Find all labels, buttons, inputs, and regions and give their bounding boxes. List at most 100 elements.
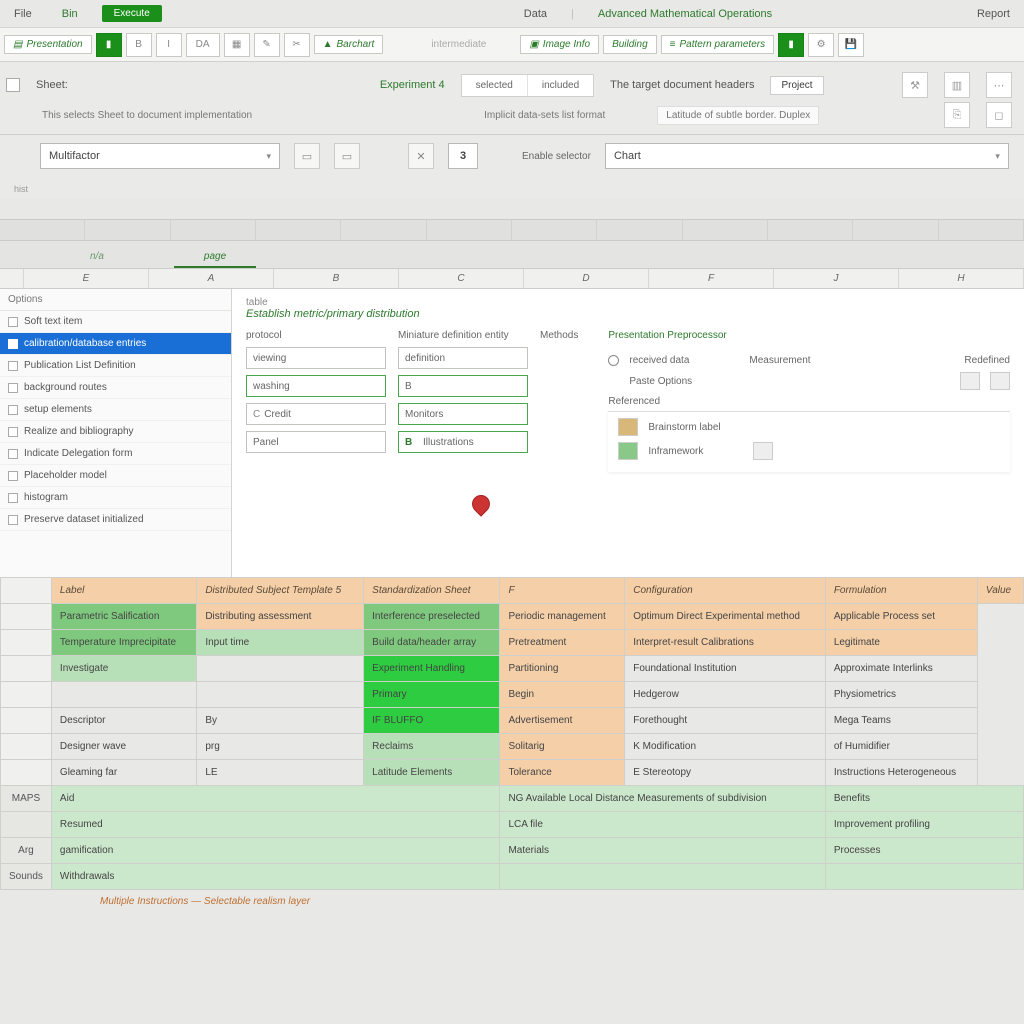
table-header[interactable]: Standardization Sheet bbox=[364, 578, 500, 604]
ribbon-grid-icon[interactable]: ▦ bbox=[224, 33, 250, 57]
table-cell[interactable]: Temperature Imprecipitate bbox=[51, 630, 196, 656]
ribbon-bold[interactable]: B bbox=[126, 33, 152, 57]
table-cell[interactable]: Applicable Process set bbox=[825, 604, 977, 630]
panel-tool-5[interactable]: ◻ bbox=[986, 102, 1012, 128]
checkbox-icon[interactable] bbox=[8, 493, 18, 503]
sidebar-item[interactable]: setup elements bbox=[0, 399, 231, 421]
ref-item[interactable]: Brainstorm label bbox=[648, 422, 720, 433]
row-number[interactable] bbox=[1, 630, 52, 656]
table-cell[interactable]: Solitarig bbox=[500, 734, 625, 760]
table-cell[interactable]: Mega Teams bbox=[825, 708, 977, 734]
checkbox-icon[interactable] bbox=[8, 515, 18, 525]
ref-item[interactable]: Inframework bbox=[648, 446, 703, 457]
sidebar-item[interactable]: Realize and bibliography bbox=[0, 421, 231, 443]
checkbox-icon[interactable] bbox=[8, 361, 18, 371]
config-input[interactable]: B bbox=[398, 375, 528, 397]
panel-target-value[interactable]: Project bbox=[770, 76, 823, 95]
table-cell[interactable]: Interference preselected bbox=[364, 604, 500, 630]
row-number[interactable] bbox=[1, 734, 52, 760]
table-cell[interactable]: Input time bbox=[197, 630, 364, 656]
panel-tool-1[interactable]: ⚒ bbox=[902, 72, 928, 98]
config-input[interactable]: Panel bbox=[246, 431, 386, 453]
ribbon-green-btn[interactable]: ▮ bbox=[778, 33, 804, 57]
col-header[interactable]: E bbox=[24, 269, 149, 288]
pin-marker-icon[interactable] bbox=[468, 491, 493, 516]
checkbox-icon[interactable] bbox=[8, 427, 18, 437]
row-number[interactable] bbox=[1, 708, 52, 734]
ribbon-italic[interactable]: I bbox=[156, 33, 182, 57]
col-header[interactable]: H bbox=[899, 269, 1024, 288]
row-number[interactable] bbox=[1, 682, 52, 708]
sidebar-item[interactable]: calibration/database entries bbox=[0, 333, 231, 355]
menu-file[interactable]: File bbox=[8, 4, 38, 24]
table-cell[interactable]: Foundational Institution bbox=[625, 656, 826, 682]
table-cell[interactable]: Latitude Elements bbox=[364, 760, 500, 786]
col-header[interactable]: B bbox=[274, 269, 399, 288]
checkbox-icon[interactable] bbox=[8, 449, 18, 459]
sheet-tab-1[interactable]: n/a bbox=[60, 247, 134, 268]
ribbon-more-1[interactable]: ⚙ bbox=[808, 33, 834, 57]
config-input[interactable]: definition bbox=[398, 347, 528, 369]
config-input[interactable]: B Illustrations bbox=[398, 431, 528, 453]
config-input[interactable]: Monitors bbox=[398, 403, 528, 425]
menu-data[interactable]: Data bbox=[518, 4, 553, 24]
table-header[interactable]: F bbox=[500, 578, 625, 604]
table-cell[interactable]: By bbox=[197, 708, 364, 734]
ref-chip[interactable] bbox=[753, 442, 773, 460]
checkbox-icon[interactable] bbox=[8, 471, 18, 481]
checkbox-icon[interactable] bbox=[8, 405, 18, 415]
row-number[interactable] bbox=[1, 656, 52, 682]
table-cell[interactable]: NG Available Local Distance Measurements… bbox=[500, 786, 825, 812]
table-cell[interactable]: Build data/header array bbox=[364, 630, 500, 656]
checkbox-icon[interactable] bbox=[8, 339, 18, 349]
table-cell[interactable]: K Modification bbox=[625, 734, 826, 760]
ribbon-pattern[interactable]: ≡Pattern parameters bbox=[661, 35, 774, 54]
menu-advanced[interactable]: Advanced Mathematical Operations bbox=[592, 4, 778, 24]
table-cell[interactable]: Parametric Salification bbox=[51, 604, 196, 630]
table-cell[interactable]: Tolerance bbox=[500, 760, 625, 786]
sidebar-item[interactable]: Indicate Delegation form bbox=[0, 443, 231, 465]
table-cell[interactable]: Materials bbox=[500, 838, 825, 864]
table-cell[interactable] bbox=[197, 682, 364, 708]
table-cell[interactable]: Experiment Handling bbox=[364, 656, 500, 682]
col-header[interactable]: C bbox=[399, 269, 524, 288]
tab-included[interactable]: included bbox=[528, 75, 593, 96]
table-cell[interactable]: Partitioning bbox=[500, 656, 625, 682]
table-cell[interactable] bbox=[500, 864, 825, 890]
table-cell[interactable]: Forethought bbox=[625, 708, 826, 734]
table-cell[interactable] bbox=[51, 682, 196, 708]
col-header[interactable]: F bbox=[649, 269, 774, 288]
table-cell[interactable]: IF BLUFFO bbox=[364, 708, 500, 734]
ribbon-cut-icon[interactable]: ✂ bbox=[284, 33, 310, 57]
col-header[interactable]: D bbox=[524, 269, 649, 288]
table-cell[interactable]: Approximate Interlinks bbox=[825, 656, 977, 682]
table-cell[interactable]: Reclaims bbox=[364, 734, 500, 760]
filter-select-enable[interactable]: Chart▾ bbox=[605, 143, 1009, 169]
table-cell[interactable]: Pretreatment bbox=[500, 630, 625, 656]
filter-icon-1[interactable]: ▭ bbox=[294, 143, 320, 169]
menu-execute-button[interactable]: Execute bbox=[102, 5, 162, 22]
tab-selected[interactable]: selected bbox=[462, 75, 528, 96]
ribbon-brush-icon[interactable]: ✎ bbox=[254, 33, 280, 57]
menu-bin[interactable]: Bin bbox=[56, 4, 84, 24]
config-input[interactable]: viewing bbox=[246, 347, 386, 369]
sidebar-item[interactable]: Soft text item bbox=[0, 311, 231, 333]
config-icon-box[interactable] bbox=[960, 372, 980, 390]
table-cell[interactable]: Begin bbox=[500, 682, 625, 708]
table-cell[interactable]: Interpret-result Calibrations bbox=[625, 630, 826, 656]
config-icon-box[interactable] bbox=[990, 372, 1010, 390]
ribbon-building[interactable]: Building bbox=[603, 35, 657, 54]
ribbon-barchart[interactable]: ▲Barchart bbox=[314, 35, 384, 54]
sidebar-item[interactable]: background routes bbox=[0, 377, 231, 399]
col-header[interactable]: A bbox=[149, 269, 274, 288]
table-cell[interactable]: Aid bbox=[51, 786, 500, 812]
table-cell[interactable]: Investigate bbox=[51, 656, 196, 682]
table-cell[interactable]: E Stereotopy bbox=[625, 760, 826, 786]
table-cell[interactable]: Physiometrics bbox=[825, 682, 977, 708]
ribbon-more-2[interactable]: 💾 bbox=[838, 33, 864, 57]
table-cell[interactable]: Primary bbox=[364, 682, 500, 708]
panel-tool-2[interactable]: ▥ bbox=[944, 72, 970, 98]
table-cell[interactable]: Processes bbox=[825, 838, 1023, 864]
ribbon-presentation[interactable]: ▤Presentation bbox=[4, 35, 92, 54]
table-cell[interactable]: Gleaming far bbox=[51, 760, 196, 786]
